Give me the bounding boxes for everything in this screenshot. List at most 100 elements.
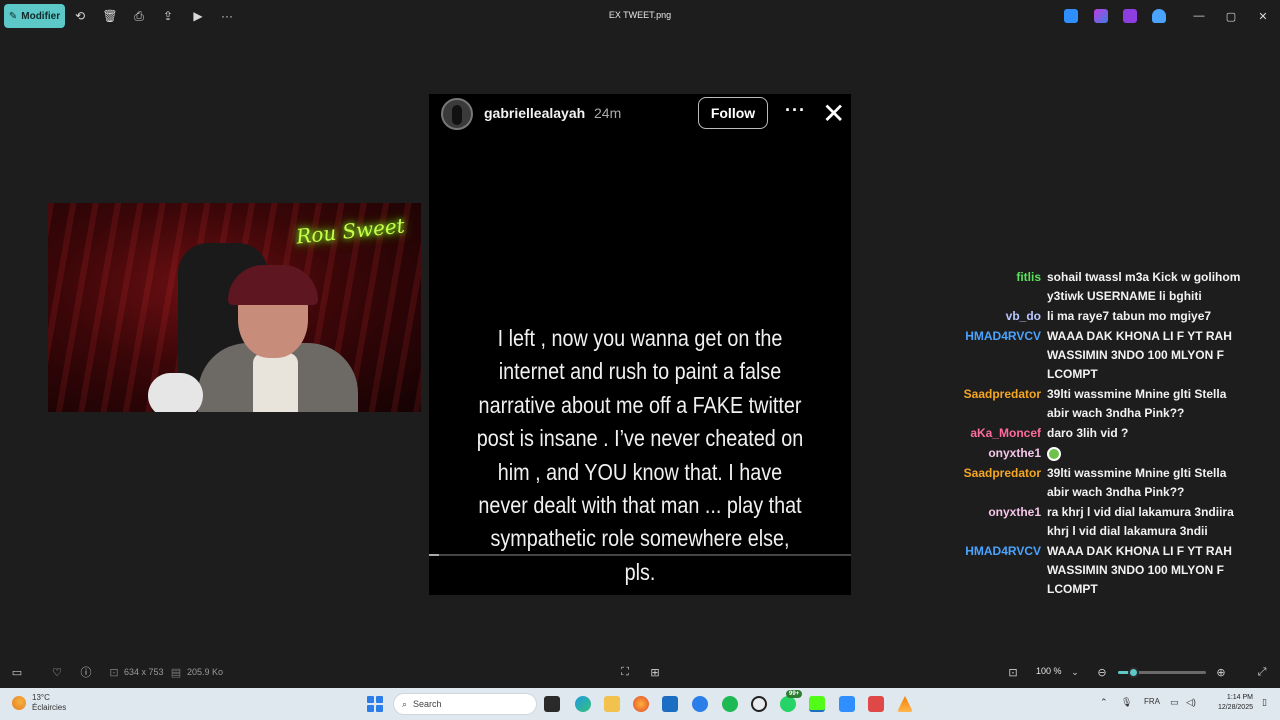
chat-text: WAAA DAK KHONA LI F YT RAH WASSIMIN 3NDO… xyxy=(1047,544,1232,596)
chat-text: 39lti wassmine Mnine glti Stella abir wa… xyxy=(1047,466,1227,499)
favorite-icon[interactable]: ♡ xyxy=(49,664,65,680)
print-icon[interactable]: ⎙ xyxy=(131,8,147,24)
search-placeholder: Search xyxy=(413,699,442,709)
chevron-up-icon[interactable]: ⌃ xyxy=(1100,697,1108,708)
more-options-icon[interactable]: ··· xyxy=(219,8,235,24)
ocr-icon[interactable]: ⊞ xyxy=(647,664,663,680)
microphone xyxy=(148,373,203,412)
file-size-icon: ▤ xyxy=(170,666,182,679)
app-shortcut-icon[interactable] xyxy=(1064,9,1078,23)
edit-button-label: Modifier xyxy=(21,10,61,22)
zoom-in-icon[interactable]: ⊕ xyxy=(1213,664,1229,680)
chat-message: fitlis sohail twassl m3a Kick w golihom y… xyxy=(960,268,1270,306)
spotify-icon[interactable] xyxy=(722,696,738,712)
chat-text: li ma raye7 tabun mo mgiye7 xyxy=(1047,309,1212,323)
chat-message: HMAD4RVCV WAAA DAK KHONA LI F YT RAH WASS… xyxy=(960,542,1270,599)
temperature: 13°C xyxy=(32,693,50,702)
app-shortcut-icon[interactable] xyxy=(1123,9,1137,23)
chatgpt-icon[interactable] xyxy=(751,696,767,712)
taskbar: 13°C Éclaircies ⌕ Search 99+ ⌃ 🎙 FRA ▭ ◁… xyxy=(0,688,1280,720)
share-icon[interactable]: ⇪ xyxy=(160,8,176,24)
chat-username[interactable]: onyxthe1 xyxy=(960,444,1047,463)
outlook-icon[interactable] xyxy=(692,696,708,712)
chat-message: aKa_Moncef daro 3lih vid ? xyxy=(960,424,1270,443)
clock-time: 1:14 PM xyxy=(1226,694,1253,701)
close-window-icon[interactable]: ✕ xyxy=(1255,8,1271,24)
chat-username[interactable]: aKa_Moncef xyxy=(960,424,1047,443)
rotate-icon[interactable]: ⟲ xyxy=(72,8,88,24)
sun-cloud-icon xyxy=(12,696,26,710)
window-title: EX TWEET.png xyxy=(608,10,672,20)
title-bar: ✎ Modifier ⟲ 🗑 ⎙ ⇪ ▶ ··· EX TWEET.png — … xyxy=(0,0,1280,32)
chat-message: Saadpredator 39lti wassmine Mnine glti St… xyxy=(960,464,1270,502)
chat-message: HMAD4RVCV WAAA DAK KHONA LI F YT RAH WASS… xyxy=(960,327,1270,384)
snipping-tool-icon[interactable] xyxy=(868,696,884,712)
app-shortcut-icon[interactable] xyxy=(1094,9,1108,23)
file-size: 205.9 Ko xyxy=(187,667,224,677)
chat-message: vb_do li ma raye7 tabun mo mgiye7 xyxy=(960,307,1270,326)
edit-button[interactable]: ✎ Modifier xyxy=(4,4,65,28)
clock-date: 12/28/2025 xyxy=(1217,704,1253,711)
file-explorer-icon[interactable] xyxy=(604,696,620,712)
whatsapp-icon[interactable] xyxy=(780,696,796,712)
cloud-icon[interactable] xyxy=(1152,9,1166,23)
minimize-icon[interactable]: — xyxy=(1191,8,1207,24)
zoom-slider[interactable] xyxy=(1118,667,1206,678)
dimensions-icon: ⊡ xyxy=(109,666,119,679)
more-icon: ··· xyxy=(785,100,806,120)
fullscreen-icon[interactable]: ⤢ xyxy=(1254,664,1270,680)
chat-text: daro 3lih vid ? xyxy=(1047,426,1129,440)
story-username: gabriellealayah xyxy=(484,105,586,121)
notification-icon[interactable]: ▯ xyxy=(1262,697,1267,708)
weather-widget[interactable]: 13°C Éclaircies xyxy=(12,693,66,713)
chat-text xyxy=(1047,444,1247,463)
chat-username[interactable]: fitlis xyxy=(960,268,1047,306)
task-view-icon[interactable] xyxy=(544,696,560,712)
language-indicator[interactable]: FRA xyxy=(1144,697,1160,706)
edge-browser-icon[interactable] xyxy=(575,696,591,712)
firefox-icon[interactable] xyxy=(633,696,649,712)
search-icon: ⌕ xyxy=(402,698,408,709)
chat-username[interactable]: onyxthe1 xyxy=(960,503,1047,541)
chevron-down-icon[interactable]: ⌄ xyxy=(1067,664,1083,680)
crop-icon[interactable]: ⛶ xyxy=(617,664,633,680)
story-message: I left , now you wanna get on the intern… xyxy=(476,325,804,585)
slideshow-icon[interactable]: ▶ xyxy=(190,8,206,24)
microphone-icon[interactable]: 🎙 xyxy=(1121,697,1132,708)
chat-username[interactable]: vb_do xyxy=(960,307,1047,326)
webcam-overlay: Rou Sweet xyxy=(48,203,421,412)
fit-to-window-icon[interactable]: ⊡ xyxy=(1005,664,1021,680)
story-progress-bar xyxy=(429,554,851,556)
photos-icon[interactable] xyxy=(839,696,855,712)
pencil-icon: ✎ xyxy=(8,10,18,22)
taskbar-search[interactable]: ⌕ Search xyxy=(393,693,537,715)
avatar xyxy=(441,98,473,130)
chat-text: 39lti wassmine Mnine glti Stella abir wa… xyxy=(1047,387,1227,420)
stream-chat: fitlis sohail twassl m3a Kick w golihom y… xyxy=(960,268,1270,600)
network-icon[interactable]: ▭ xyxy=(1170,697,1179,708)
chat-username[interactable]: Saadpredator xyxy=(960,464,1047,502)
emote-icon xyxy=(1047,447,1061,462)
chat-username[interactable]: HMAD4RVCV xyxy=(960,542,1047,599)
maximize-icon[interactable]: ▢ xyxy=(1223,8,1239,24)
volume-icon[interactable]: ◁) xyxy=(1186,697,1196,708)
zoom-level[interactable]: 100 % xyxy=(1036,666,1062,676)
filmstrip-icon[interactable]: ▭ xyxy=(9,664,25,680)
chat-text: ra khrj l vid dial lakamura 3ndiira khrj… xyxy=(1047,505,1234,538)
chat-username[interactable]: Saadpredator xyxy=(960,385,1047,423)
zoom-out-icon[interactable]: ⊖ xyxy=(1094,664,1110,680)
photos-app-window: ✎ Modifier ⟲ 🗑 ⎙ ⇪ ▶ ··· EX TWEET.png — … xyxy=(0,0,1280,688)
chat-username[interactable]: HMAD4RVCV xyxy=(960,327,1047,384)
store-icon[interactable] xyxy=(662,696,678,712)
chat-message: onyxthe1 xyxy=(960,444,1270,463)
image-dimensions: 634 x 753 xyxy=(124,667,164,677)
system-clock[interactable]: 1:14 PM 12/28/2025 xyxy=(1203,693,1253,713)
weather-condition: Éclaircies xyxy=(32,703,67,712)
info-icon[interactable]: ⓘ xyxy=(78,664,94,680)
notification-badge: 99+ xyxy=(786,690,803,698)
vlc-icon[interactable] xyxy=(897,696,913,712)
chat-message: Saadpredator 39lti wassmine Mnine glti St… xyxy=(960,385,1270,423)
delete-icon[interactable]: 🗑 xyxy=(102,8,118,24)
kick-icon[interactable] xyxy=(809,696,825,712)
windows-start-icon[interactable] xyxy=(367,696,383,712)
